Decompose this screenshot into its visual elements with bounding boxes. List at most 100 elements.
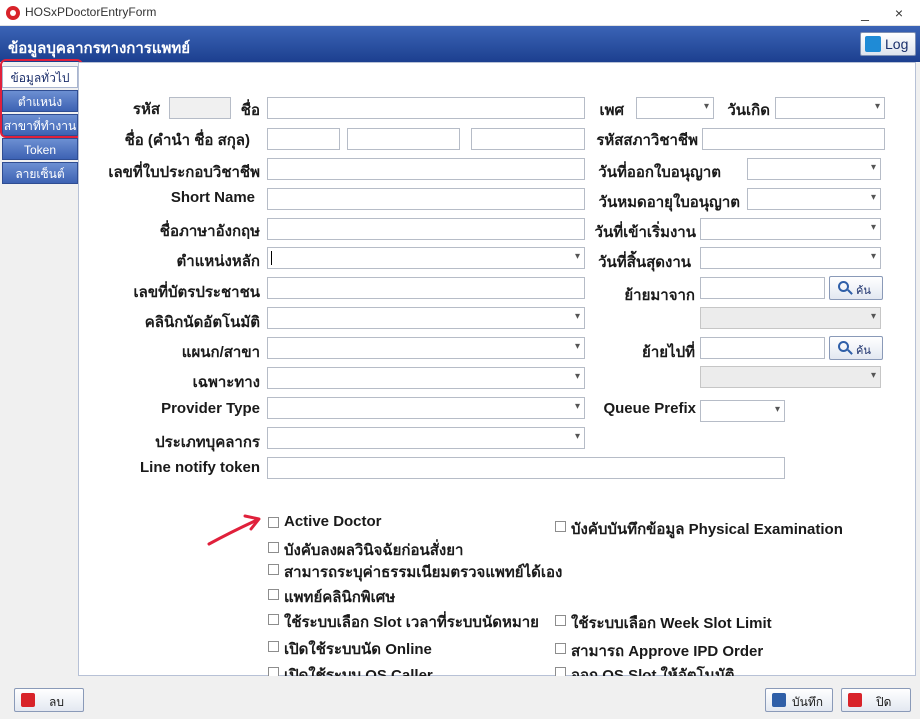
app-logo-icon bbox=[6, 6, 20, 20]
start-date-label: วันที่เข้าเริ่มงาน bbox=[594, 224, 696, 241]
special-clinic-checkbox[interactable] bbox=[268, 589, 279, 600]
approve-ipd-label: สามารถ Approve IPD Order bbox=[571, 643, 764, 660]
main-position-select[interactable]: ▾ bbox=[267, 247, 585, 269]
license-issue-picker[interactable]: ▾ bbox=[747, 158, 881, 180]
annotation-arrow-icon bbox=[207, 514, 261, 546]
os-caller-checkbox[interactable] bbox=[268, 667, 279, 676]
custom-fee-checkbox[interactable] bbox=[268, 564, 279, 575]
trash-icon bbox=[21, 693, 35, 707]
online-appointment-checkbox[interactable] bbox=[268, 641, 279, 652]
cid-input[interactable] bbox=[267, 277, 585, 299]
specialty-select[interactable]: ▾ bbox=[267, 367, 585, 389]
text-caret bbox=[271, 251, 272, 265]
chevron-down-icon: ▾ bbox=[574, 251, 580, 262]
prefix-input[interactable] bbox=[267, 128, 340, 150]
fullname-label: ชื่อ (คำนำ ชื่อ สกุล) bbox=[124, 132, 250, 149]
save-label: บันทึก bbox=[792, 695, 823, 709]
delete-label: ลบ bbox=[49, 695, 64, 709]
search-button-label: ค้น bbox=[856, 345, 871, 357]
log-label: Log bbox=[885, 36, 909, 52]
chevron-down-icon: ▾ bbox=[870, 251, 876, 262]
end-date-label: วันที่สิ้นสุดงาน bbox=[598, 254, 691, 271]
appointment-slot-label: ใช้ระบบเลือก Slot เวลาที่ระบบนัดหมาย bbox=[284, 614, 539, 631]
approve-ipd-checkbox[interactable] bbox=[555, 643, 566, 654]
staff-type-select[interactable]: ▾ bbox=[267, 427, 585, 449]
chevron-down-icon: ▾ bbox=[574, 311, 580, 322]
chevron-down-icon: ▾ bbox=[574, 371, 580, 382]
moved-from-search-button[interactable]: ค้น bbox=[829, 276, 883, 300]
clipped-option-row: เปิดใช้ระบบ OS Caller bbox=[262, 662, 582, 676]
close-label: ปิด bbox=[876, 695, 892, 709]
moved-from-input[interactable] bbox=[700, 277, 825, 299]
line-token-input[interactable] bbox=[267, 457, 785, 479]
lastname-input[interactable] bbox=[471, 128, 585, 150]
council-code-label: รหัสสภาวิชาชีพ bbox=[596, 132, 698, 149]
appointment-slot-checkbox[interactable] bbox=[268, 614, 279, 625]
active-doctor-checkbox[interactable] bbox=[268, 517, 279, 528]
moved-to-detail-select[interactable]: ▾ bbox=[700, 366, 881, 388]
chevron-down-icon: ▾ bbox=[874, 101, 880, 112]
provider-type-select[interactable]: ▾ bbox=[267, 397, 585, 419]
auto-clinic-select[interactable]: ▾ bbox=[267, 307, 585, 329]
council-code-input[interactable] bbox=[702, 128, 885, 150]
license-expire-picker[interactable]: ▾ bbox=[747, 188, 881, 210]
firstname-input[interactable] bbox=[347, 128, 460, 150]
chevron-down-icon: ▾ bbox=[870, 311, 876, 322]
close-window-button[interactable]: × bbox=[886, 3, 912, 23]
birthdate-label: วันเกิด bbox=[727, 102, 770, 119]
chevron-down-icon: ▾ bbox=[574, 401, 580, 412]
line-token-label: Line notify token bbox=[140, 459, 260, 476]
queue-prefix-select[interactable]: ▾ bbox=[700, 400, 785, 422]
cid-label: เลขที่บัตรประชาชน bbox=[133, 284, 260, 301]
sex-select[interactable]: ▾ bbox=[636, 97, 714, 119]
page-title: ข้อมูลบุคลากรทางการแพทย์ bbox=[8, 40, 191, 57]
tab-signature[interactable]: ลายเซ็นต์ bbox=[2, 162, 78, 184]
search-icon bbox=[838, 281, 849, 292]
moved-from-label: ย้ายมาจาก bbox=[624, 287, 695, 304]
moved-to-search-button[interactable]: ค้น bbox=[829, 336, 883, 360]
name-label: ชื่อ bbox=[240, 102, 260, 119]
tab-token[interactable]: Token bbox=[2, 138, 78, 160]
annotation-highlight-box bbox=[0, 59, 83, 138]
log-icon bbox=[865, 36, 881, 52]
log-button[interactable]: Log bbox=[860, 32, 916, 56]
chevron-down-icon: ▾ bbox=[870, 192, 876, 203]
moved-from-detail-select[interactable]: ▾ bbox=[700, 307, 881, 329]
physical-exam-checkbox[interactable] bbox=[555, 521, 566, 532]
staff-type-label: ประเภทบุคลากร bbox=[155, 434, 260, 451]
search-icon bbox=[838, 341, 849, 352]
window-title: HOSxPDoctorEntryForm bbox=[25, 5, 157, 19]
start-date-picker[interactable]: ▾ bbox=[700, 218, 881, 240]
require-diagnosis-checkbox[interactable] bbox=[268, 542, 279, 553]
sex-label: เพศ bbox=[599, 102, 624, 119]
specialty-label: เฉพาะทาง bbox=[192, 374, 260, 391]
department-label: แผนก/สาขา bbox=[181, 344, 260, 361]
chevron-down-icon: ▾ bbox=[703, 101, 709, 112]
name-input[interactable] bbox=[267, 97, 585, 119]
moved-to-input[interactable] bbox=[700, 337, 825, 359]
special-clinic-label: แพทย์คลินิกพิเศษ bbox=[284, 589, 396, 606]
minimize-button[interactable]: _ bbox=[852, 3, 878, 23]
moved-to-label: ย้ายไปที่ bbox=[642, 344, 695, 361]
active-doctor-label: Active Doctor bbox=[284, 513, 382, 530]
license-no-input[interactable] bbox=[267, 158, 585, 180]
title-bar: HOSxPDoctorEntryForm _ × bbox=[0, 0, 920, 26]
physical-exam-label: บังคับบันทึกข้อมูล Physical Examination bbox=[571, 521, 843, 538]
chevron-down-icon: ▾ bbox=[574, 431, 580, 442]
os-caller-label: เปิดใช้ระบบ OS Caller bbox=[284, 667, 433, 676]
english-name-input[interactable] bbox=[267, 218, 585, 240]
code-input[interactable] bbox=[169, 97, 231, 119]
department-select[interactable]: ▾ bbox=[267, 337, 585, 359]
require-diagnosis-label: บังคับลงผลวินิจฉัยก่อนสั่งยา bbox=[284, 542, 464, 559]
close-button[interactable]: ปิด bbox=[841, 688, 911, 712]
week-slot-limit-checkbox[interactable] bbox=[555, 615, 566, 626]
end-date-picker[interactable]: ▾ bbox=[700, 247, 881, 269]
os-slot-auto-checkbox[interactable] bbox=[555, 667, 566, 676]
chevron-down-icon: ▾ bbox=[774, 404, 780, 415]
save-button[interactable]: บันทึก bbox=[765, 688, 833, 712]
custom-fee-label: สามารถระบุค่าธรรมเนียมตรวจแพทย์ได้เอง bbox=[284, 564, 563, 581]
provider-type-label: Provider Type bbox=[161, 400, 260, 417]
birthdate-picker[interactable]: ▾ bbox=[775, 97, 885, 119]
short-name-input[interactable] bbox=[267, 188, 585, 210]
delete-button[interactable]: ลบ bbox=[14, 688, 84, 712]
